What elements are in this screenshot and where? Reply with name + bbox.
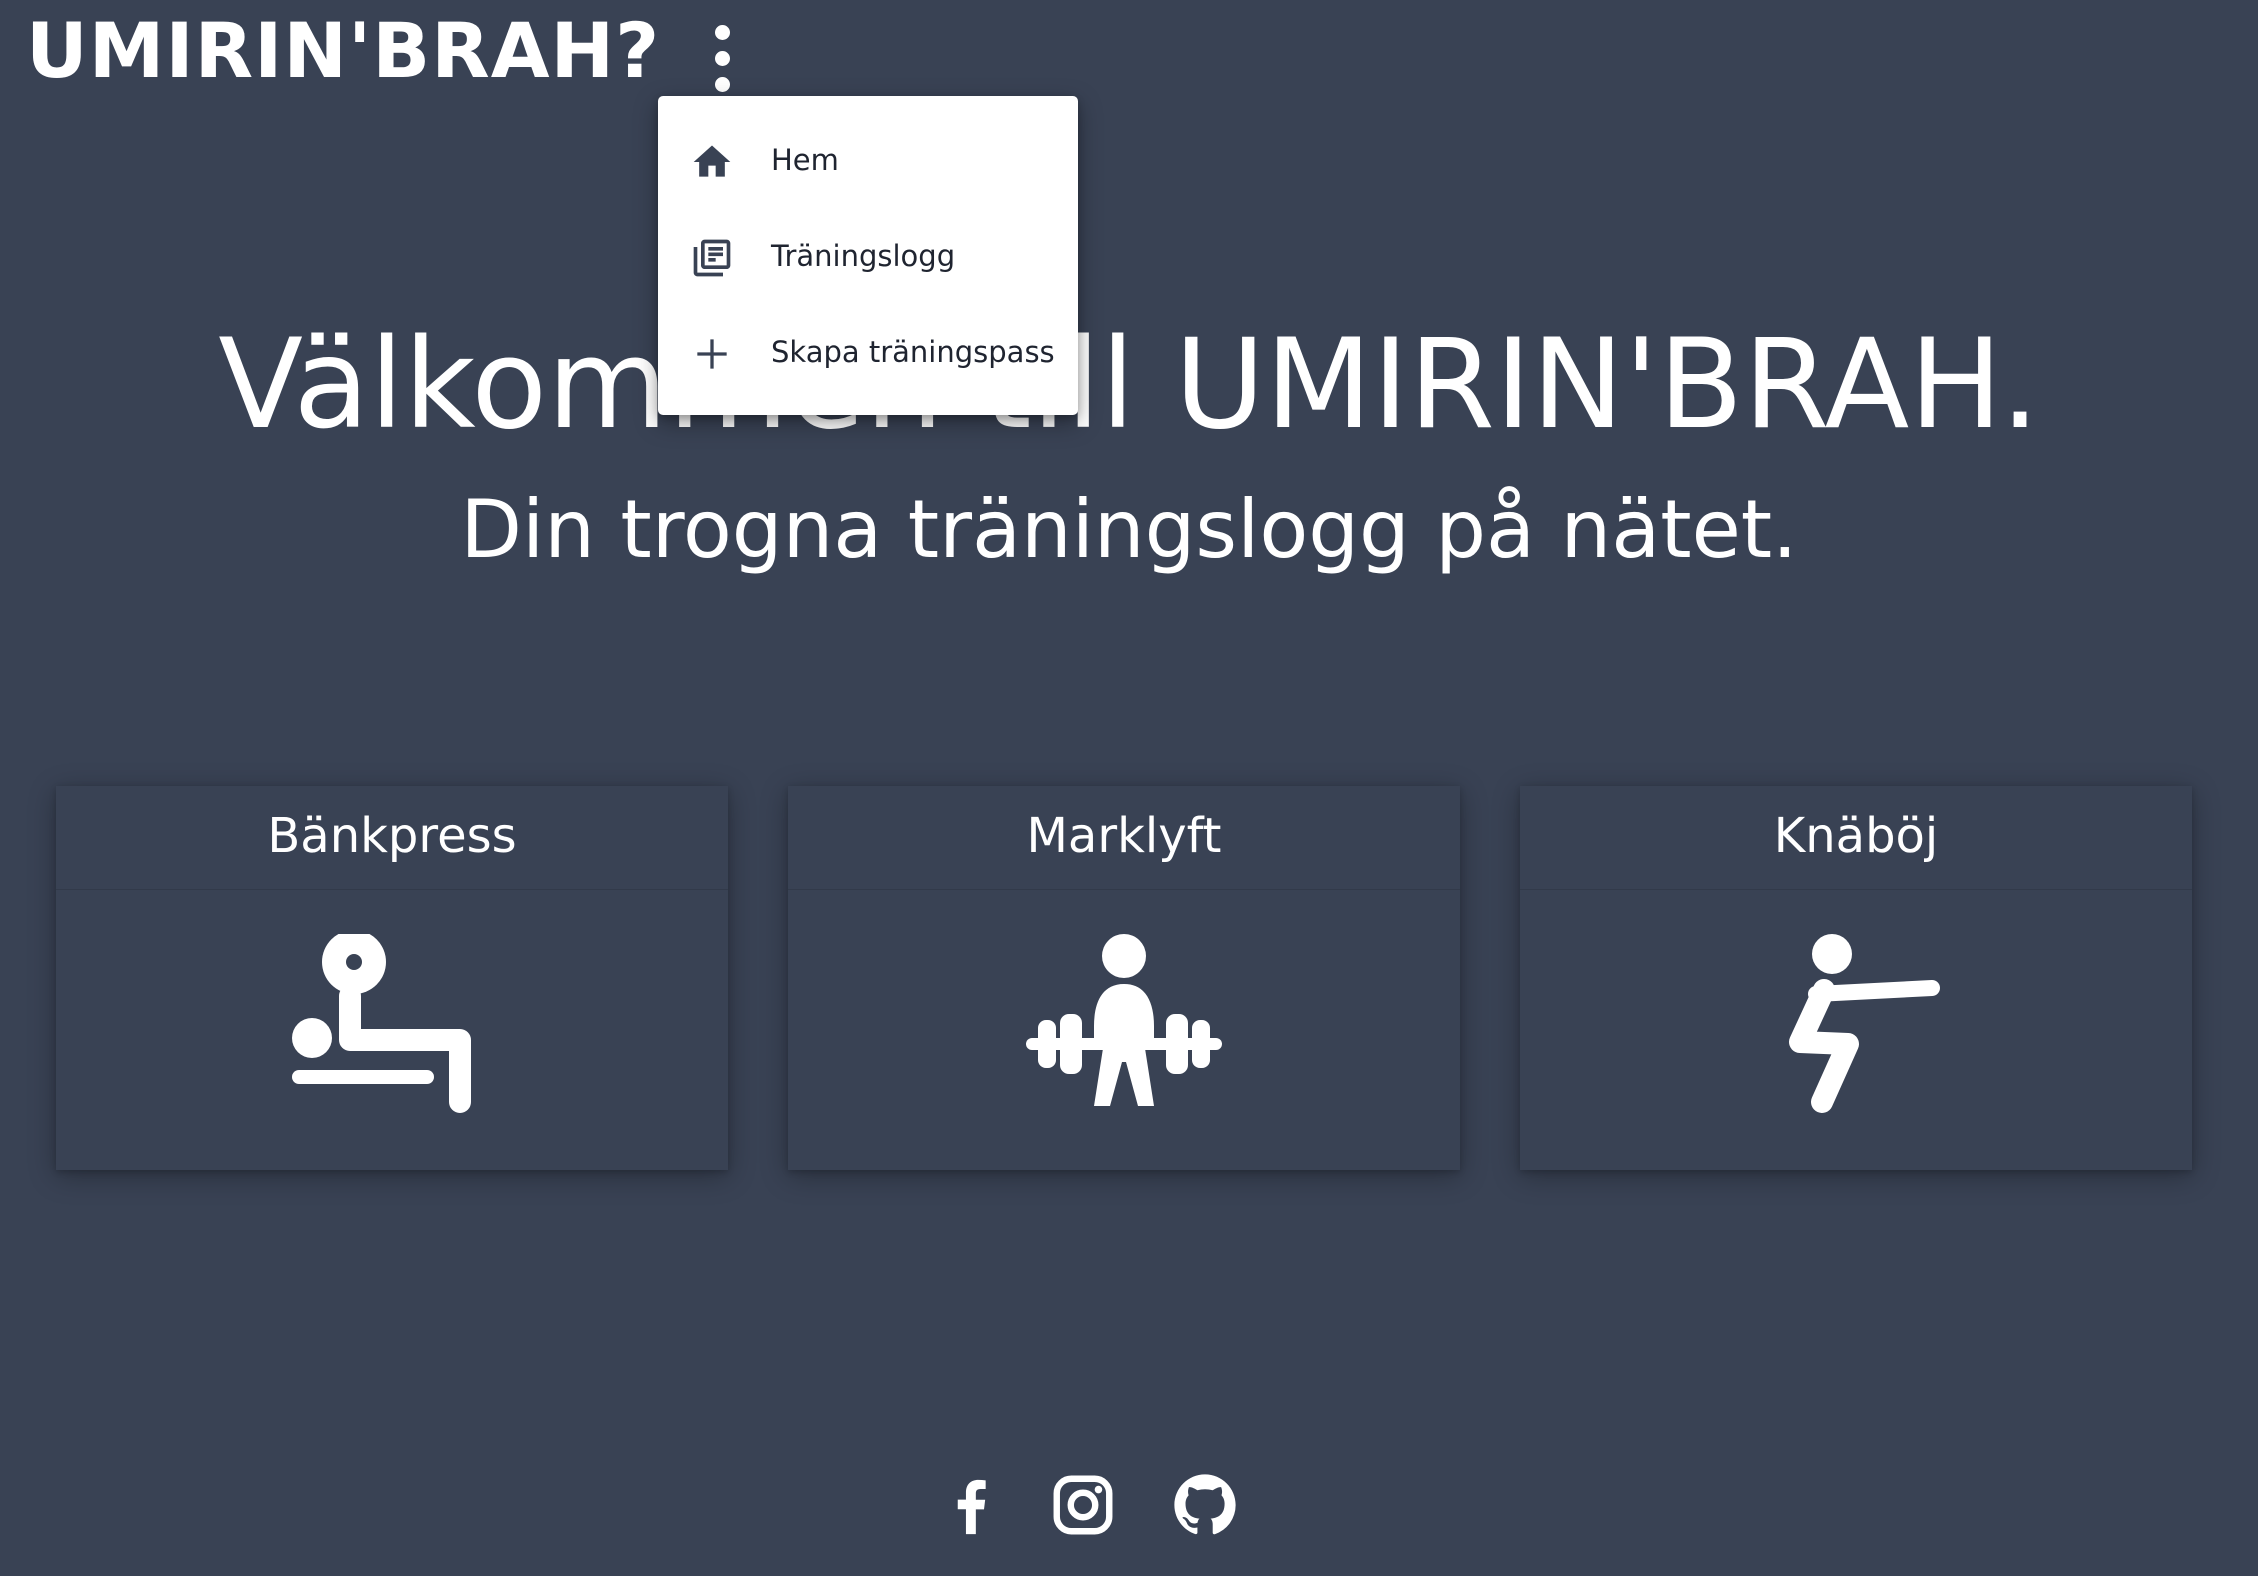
nav-menu: Hem Träningslogg Skapa träningspass <box>658 96 1078 415</box>
hero-title: Välkommen till UMIRIN'BRAH. <box>218 313 2040 457</box>
bench-press-icon <box>292 934 471 1113</box>
menu-item-traningslogg[interactable]: Träningslogg <box>658 208 1078 304</box>
menu-item-skapa[interactable]: Skapa träningspass <box>658 304 1078 400</box>
site-logo[interactable]: UMIRIN'BRAH? <box>26 6 660 96</box>
card-bankpress[interactable]: Bänkpress <box>56 786 728 1170</box>
card-title: Knäböj <box>1520 786 2192 890</box>
more-vert-icon[interactable] <box>700 22 744 96</box>
card-title: Bänkpress <box>56 786 728 890</box>
deadlift-icon <box>1026 934 1222 1106</box>
menu-item-hem[interactable]: Hem <box>658 112 1078 208</box>
hero-subtitle: Din trogna träningslogg på nätet. <box>460 483 1798 576</box>
menu-item-label: Skapa träningspass <box>771 335 1055 369</box>
instagram-icon[interactable] <box>1048 1470 1118 1540</box>
card-knaboj[interactable]: Knäböj <box>1520 786 2192 1170</box>
plus-icon <box>697 339 727 369</box>
card-title: Marklyft <box>788 786 1460 890</box>
library-books-icon <box>693 239 731 277</box>
github-icon[interactable] <box>1170 1470 1240 1540</box>
menu-item-label: Hem <box>771 143 839 177</box>
facebook-icon[interactable] <box>935 1470 1005 1540</box>
menu-item-label: Träningslogg <box>771 239 956 273</box>
squat-icon <box>1789 934 1940 1113</box>
home-icon <box>693 145 731 177</box>
card-marklyft[interactable]: Marklyft <box>788 786 1460 1170</box>
